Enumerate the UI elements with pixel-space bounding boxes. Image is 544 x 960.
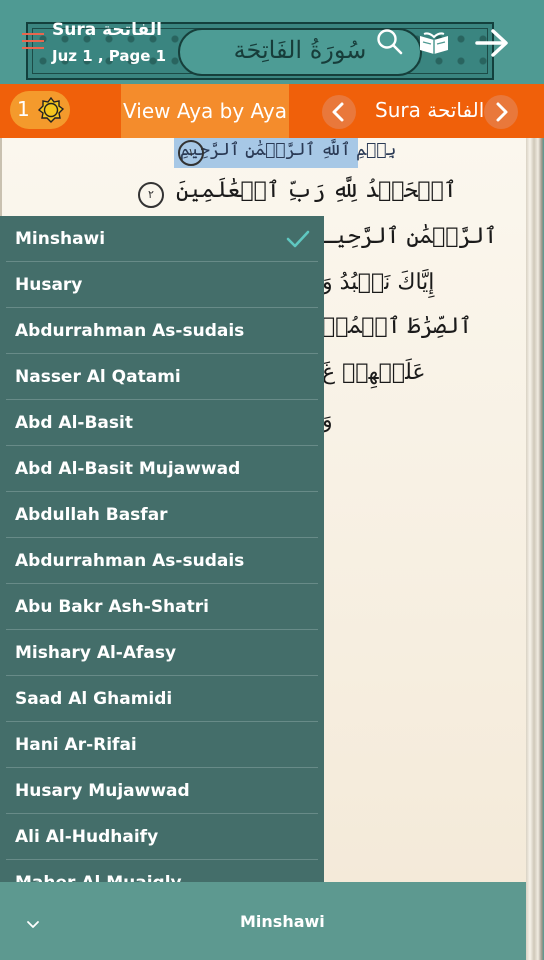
menu-icon[interactable]	[22, 33, 44, 51]
reciter-label: Saad Al Ghamidi	[15, 689, 173, 709]
reciter-option[interactable]: Abu Bakr Ash-Shatri	[6, 584, 318, 630]
reciter-dropdown[interactable]: Minshawi Husary Abdurrahman As-sudais Na…	[0, 216, 324, 882]
aya-2[interactable]: ٱلۡحَمۡدُ لِلَّهِ رَبِّ ٱلۡعَٰلَمِينَ	[176, 178, 457, 203]
aya-number-marker: ٢	[138, 182, 164, 208]
reciter-label: Husary Mujawwad	[15, 781, 190, 801]
reciter-label: Minshawi	[15, 229, 106, 249]
aya-5-fragment[interactable]: إِيَّاكَ نَعۡبُدُ وَ	[322, 270, 434, 295]
reciter-option[interactable]: Husary	[6, 262, 318, 308]
reciter-option[interactable]: Minshawi	[6, 216, 318, 262]
arrow-right-icon[interactable]	[474, 26, 510, 64]
sura-title: Sura الفاتحة	[52, 20, 162, 40]
view-aya-by-aya-label: View Aya by Aya	[123, 99, 287, 123]
reciter-option[interactable]: Mishary Al-Afasy	[6, 630, 318, 676]
search-icon[interactable]	[376, 28, 404, 60]
reciter-label: Abu Bakr Ash-Shatri	[15, 597, 209, 617]
reciter-label: Mishary Al-Afasy	[15, 643, 177, 663]
aya-number-marker: ١	[178, 140, 204, 166]
reciter-option[interactable]: Hani Ar-Rifai	[6, 722, 318, 768]
aya-counter: 1	[17, 97, 30, 121]
chevron-left-icon	[332, 102, 344, 122]
juz-page-label: Juz 1 , Page 1	[52, 47, 167, 65]
reciter-option[interactable]: Abdurrahman As-sudais	[6, 538, 318, 584]
reciter-label: Abd Al-Basit	[15, 413, 133, 433]
reciter-label: Abd Al-Basit Mujawwad	[15, 459, 241, 479]
next-sura-button[interactable]	[484, 95, 518, 129]
reciter-label: Ali Al-Hudhaify	[15, 827, 159, 847]
reciter-option[interactable]: Abdurrahman As-sudais	[6, 308, 318, 354]
aya-counter-badge[interactable]: 1	[10, 91, 70, 129]
reciter-option[interactable]: Nasser Al Qatami	[6, 354, 318, 400]
reciter-option[interactable]: Ali Al-Hudhaify	[6, 814, 318, 860]
reciter-label: Nasser Al Qatami	[15, 367, 181, 387]
reciter-label: Hani Ar-Rifai	[15, 735, 137, 755]
selected-reciter-label[interactable]: Minshawi	[240, 912, 325, 931]
reciter-option[interactable]: Husary Mujawwad	[6, 768, 318, 814]
reciter-label: Maher Al Muaiqly	[15, 873, 182, 882]
reciter-label: Husary	[15, 275, 83, 295]
open-book-icon[interactable]	[418, 30, 450, 60]
chevron-down-icon[interactable]	[26, 915, 40, 934]
previous-sura-button[interactable]	[322, 95, 356, 129]
reciter-option[interactable]: Saad Al Ghamidi	[6, 676, 318, 722]
reciter-label: Abdurrahman As-sudais	[15, 551, 245, 571]
reciter-option[interactable]: Abd Al-Basit	[6, 400, 318, 446]
reciter-label: Abdurrahman As-sudais	[15, 321, 245, 341]
reciter-option[interactable]: Maher Al Muaiqly	[6, 860, 318, 882]
check-icon	[286, 229, 310, 253]
current-sura-label: Sura الفاتحة	[375, 98, 485, 122]
app-header: سُورَةُ الفَاتِحَة Sura الفاتحة Juz 1 , …	[0, 0, 544, 84]
view-aya-by-aya-button[interactable]: View Aya by Aya	[121, 84, 289, 138]
audio-bottom-bar: Minshawi	[0, 882, 526, 960]
sun-icon	[37, 96, 65, 127]
reciter-option[interactable]: Abd Al-Basit Mujawwad	[6, 446, 318, 492]
page-edge	[526, 138, 544, 960]
reciter-label: Abdullah Basfar	[15, 505, 168, 525]
aya-7-fragment[interactable]: عَلَيۡهِمۡ غَ	[322, 360, 425, 385]
aya-bismillah[interactable]: بِسۡمِ ٱللَّهِ ٱلرَّحۡمَٰنِ ٱلرَّحِيمِ	[180, 139, 396, 160]
aya-6-fragment[interactable]: ٱلصِّرَٰطَ ٱلۡمُسۡ	[322, 314, 472, 339]
aya-3-fragment[interactable]: ٱلرَّحۡمَٰنِ ٱلرَّحِيـ	[322, 224, 497, 249]
navigation-toolbar: 1 View Aya by Aya Sura الفاتحة	[0, 84, 544, 138]
reciter-option[interactable]: Abdullah Basfar	[6, 492, 318, 538]
chevron-right-icon	[496, 102, 508, 122]
